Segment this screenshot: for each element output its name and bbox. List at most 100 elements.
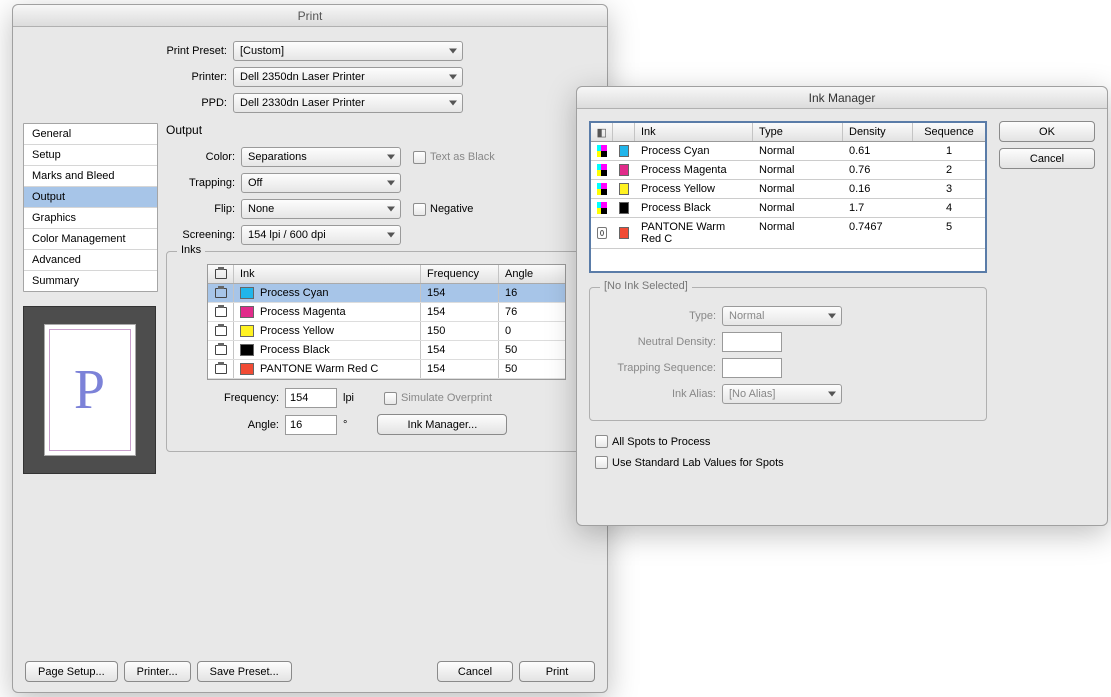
printer-label: Printer: — [23, 71, 233, 83]
all-spots-checkbox[interactable] — [595, 435, 608, 448]
ppd-select[interactable]: Dell 2330dn Laser Printer — [233, 93, 463, 113]
ink-swatch — [240, 344, 254, 356]
angle-input[interactable] — [285, 415, 337, 435]
ink-angle: 0 — [499, 322, 565, 340]
ink-angle: 50 — [499, 341, 565, 359]
print-preset-select[interactable]: [Custom] — [233, 41, 463, 61]
ink-alias-select[interactable]: [No Alias] — [722, 384, 842, 404]
im-ink-name: PANTONE Warm Red C — [635, 218, 753, 248]
trapping-sequence-input[interactable] — [722, 358, 782, 378]
cancel-button[interactable]: Cancel — [437, 661, 513, 682]
screening-label: Screening: — [166, 229, 241, 241]
process-icon — [597, 183, 607, 195]
sidebar-item-marks-and-bleed[interactable]: Marks and Bleed — [24, 166, 157, 187]
im-sequence-header[interactable]: Sequence — [913, 123, 985, 141]
im-ink-type: Normal — [753, 180, 843, 198]
printer-icon — [215, 364, 227, 374]
preview-glyph: P — [74, 358, 105, 422]
sidebar-item-general[interactable]: General — [24, 124, 157, 145]
top-form: Print Preset: [Custom] Printer: Dell 235… — [23, 41, 597, 113]
sidebar-item-advanced[interactable]: Advanced — [24, 250, 157, 271]
neutral-density-input[interactable] — [722, 332, 782, 352]
ink-swatch — [240, 363, 254, 375]
freq-header[interactable]: Frequency — [421, 265, 499, 283]
standard-lab-label: Use Standard Lab Values for Spots — [612, 457, 784, 469]
sidebar-item-color-management[interactable]: Color Management — [24, 229, 157, 250]
im-ink-row[interactable]: PANTONE Warm Red CNormal0.74675 — [591, 218, 985, 249]
im-ink-row[interactable]: Process BlackNormal1.74 — [591, 199, 985, 218]
flip-label: Flip: — [166, 203, 241, 215]
im-cancel-button[interactable]: Cancel — [999, 148, 1095, 169]
ink-swatch — [619, 202, 629, 214]
ink-name: Process Black — [260, 344, 330, 356]
frequency-input[interactable] — [285, 388, 337, 408]
ink-freq: 154 — [421, 360, 499, 378]
ink-row[interactable]: Process Magenta15476 — [208, 303, 565, 322]
printer-icon — [215, 345, 227, 355]
im-ink-row[interactable]: Process MagentaNormal0.762 — [591, 161, 985, 180]
im-ink-seq: 4 — [913, 199, 985, 217]
ink-name: Process Magenta — [260, 306, 346, 318]
sidebar-item-summary[interactable]: Summary — [24, 271, 157, 291]
ink-header[interactable]: Ink — [234, 265, 421, 283]
negative-checkbox[interactable] — [413, 203, 426, 216]
im-ink-name: Process Black — [635, 199, 753, 217]
color-label: Color: — [166, 151, 241, 163]
ink-row[interactable]: PANTONE Warm Red C 15450 — [208, 360, 565, 379]
save-preset-button[interactable]: Save Preset... — [197, 661, 292, 682]
page-setup-button[interactable]: Page Setup... — [25, 661, 118, 682]
inks-legend: Inks — [177, 244, 205, 256]
im-ink-seq: 2 — [913, 161, 985, 179]
process-icon — [597, 202, 607, 214]
no-ink-selected-label: [No Ink Selected] — [600, 280, 692, 292]
ink-row[interactable]: Process Yellow1500 — [208, 322, 565, 341]
print-dialog: Print Print Preset: [Custom] Printer: De… — [12, 4, 608, 693]
im-type-header[interactable]: Type — [753, 123, 843, 141]
page-preview: P — [23, 306, 156, 474]
standard-lab-checkbox[interactable] — [595, 456, 608, 469]
im-alias-label: Ink Alias: — [600, 388, 722, 400]
im-density-header[interactable]: Density — [843, 123, 913, 141]
im-ink-type: Normal — [753, 218, 843, 248]
ink-angle: 76 — [499, 303, 565, 321]
im-ink-type: Normal — [753, 161, 843, 179]
ink-swatch — [240, 325, 254, 337]
trapping-select[interactable]: Off — [241, 173, 401, 193]
im-ink-row[interactable]: Process YellowNormal0.163 — [591, 180, 985, 199]
text-as-black-checkbox[interactable] — [413, 151, 426, 164]
im-nd-label: Neutral Density: — [600, 336, 722, 348]
ink-row[interactable]: Process Cyan15416 — [208, 284, 565, 303]
angle-header[interactable]: Angle — [499, 265, 565, 283]
im-ink-header[interactable]: Ink — [635, 123, 753, 141]
simulate-overprint-checkbox[interactable] — [384, 392, 397, 405]
ink-angle: 50 — [499, 360, 565, 378]
ink-swatch — [240, 306, 254, 318]
printer-select[interactable]: Dell 2350dn Laser Printer — [233, 67, 463, 87]
im-ink-type: Normal — [753, 199, 843, 217]
freq-input-label: Frequency: — [207, 392, 285, 404]
ink-freq: 150 — [421, 322, 499, 340]
angle-unit: ° — [337, 419, 353, 431]
printer-icon — [215, 326, 227, 336]
print-column-icon — [215, 269, 227, 279]
im-type-select[interactable]: Normal — [722, 306, 842, 326]
print-button[interactable]: Print — [519, 661, 595, 682]
ink-freq: 154 — [421, 284, 499, 302]
angle-input-label: Angle: — [207, 419, 285, 431]
im-ok-button[interactable]: OK — [999, 121, 1095, 142]
sidebar-item-setup[interactable]: Setup — [24, 145, 157, 166]
flip-select[interactable]: None — [241, 199, 401, 219]
sidebar-item-output[interactable]: Output — [24, 187, 157, 208]
im-ink-seq: 5 — [913, 218, 985, 248]
im-ink-row[interactable]: Process CyanNormal0.611 — [591, 142, 985, 161]
ink-name: PANTONE Warm Red C — [260, 363, 378, 375]
ink-row[interactable]: Process Black15450 — [208, 341, 565, 360]
ink-angle: 16 — [499, 284, 565, 302]
color-select[interactable]: Separations — [241, 147, 401, 167]
ink-manager-button[interactable]: Ink Manager... — [377, 414, 507, 435]
screening-select[interactable]: 154 lpi / 600 dpi — [241, 225, 401, 245]
spot-icon — [597, 227, 607, 239]
printer-button[interactable]: Printer... — [124, 661, 191, 682]
sidebar-item-graphics[interactable]: Graphics — [24, 208, 157, 229]
printer-icon — [215, 288, 227, 298]
